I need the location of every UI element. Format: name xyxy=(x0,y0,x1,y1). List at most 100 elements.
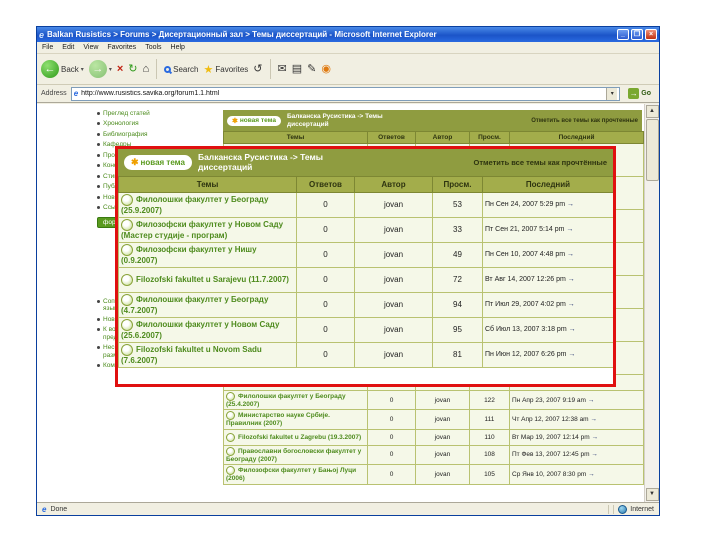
column-header-last-post: Последний xyxy=(509,131,644,144)
refresh-button[interactable]: ↻ xyxy=(128,63,137,75)
author-link[interactable]: jovan xyxy=(384,350,403,359)
topic-link[interactable]: Филолошки факултет у Београду (25.9.2007… xyxy=(121,196,268,216)
topic-icon xyxy=(121,219,133,232)
scrollbar-thumb[interactable] xyxy=(645,119,659,181)
bullet-icon xyxy=(97,132,100,136)
menu-edit[interactable]: Edit xyxy=(62,44,74,51)
last-post-date: Вт Мар 19, 2007 12:14 pm xyxy=(512,433,592,441)
topic-link[interactable]: Филозофски факултет у Бањој Луци (2006) xyxy=(226,468,356,483)
goto-last-post-icon[interactable]: → xyxy=(568,351,575,358)
minimize-button[interactable]: _ xyxy=(617,29,629,40)
overlay-new-topic-button[interactable]: ✱ новая тема xyxy=(124,155,192,170)
menu-favorites[interactable]: Favorites xyxy=(107,44,136,51)
home-button[interactable]: ⌂ xyxy=(142,63,149,75)
goto-last-post-icon[interactable]: → xyxy=(569,326,576,333)
sidebar-item[interactable]: Хронология xyxy=(97,120,211,127)
edit-button[interactable]: ✎ xyxy=(307,63,316,75)
go-label: Go xyxy=(641,90,651,97)
vertical-scrollbar[interactable]: ▲ ▼ xyxy=(644,104,659,502)
menu-bar: File Edit View Favorites Tools Help xyxy=(37,42,659,54)
address-url: http://www.rusistics.savika.org/forum1.1… xyxy=(81,90,220,97)
mark-all-read-link[interactable]: Отметить все темы как прочтенные xyxy=(531,118,638,124)
mail-button[interactable]: ✉ xyxy=(278,63,287,75)
author-link[interactable]: jovan xyxy=(384,275,403,284)
address-input[interactable]: e http://www.rusistics.savika.org/forum1… xyxy=(70,86,621,101)
stop-button[interactable]: × xyxy=(117,63,123,75)
author-link[interactable]: jovan xyxy=(384,200,403,209)
menu-help[interactable]: Help xyxy=(171,44,185,51)
search-button[interactable]: Search xyxy=(164,65,199,74)
go-button[interactable]: → Go xyxy=(624,87,655,101)
sidebar-item[interactable]: Преглед статей xyxy=(97,110,211,117)
last-post-date: Пт Июл 29, 2007 4:02 pm xyxy=(485,300,568,308)
topic-link[interactable]: Православни богословски факултет у Беогр… xyxy=(226,448,361,463)
messenger-button[interactable]: ◉ xyxy=(321,63,331,75)
history-button[interactable]: ↺ xyxy=(253,63,262,75)
column-header-topics: Темы xyxy=(223,131,368,144)
goto-last-post-icon[interactable]: → xyxy=(567,201,574,208)
author-link[interactable]: jovan xyxy=(435,434,451,441)
maximize-button[interactable]: ❐ xyxy=(631,29,643,40)
forward-icon: → xyxy=(88,60,107,78)
sidebar-item[interactable]: Библиография xyxy=(97,131,211,138)
topic-link[interactable]: Филозофски факултет у Новом Саду (Мастер… xyxy=(121,221,283,241)
author-link[interactable]: jovan xyxy=(435,397,451,404)
topic-row: Филозофски факултет у Новом Саду (Мастер… xyxy=(118,217,613,243)
author-link[interactable]: jovan xyxy=(384,225,403,234)
menu-file[interactable]: File xyxy=(42,44,53,51)
address-bar: Address e http://www.rusistics.savika.or… xyxy=(37,85,659,103)
last-post: Пн Сен 10, 2007 4:48 pm → xyxy=(482,242,613,268)
forward-dropdown-icon[interactable]: ▾ xyxy=(109,66,112,73)
views-count: 111 xyxy=(469,409,510,430)
goto-last-post-icon[interactable]: → xyxy=(591,434,598,441)
author-link[interactable]: jovan xyxy=(435,471,451,478)
favorites-icon: ★ xyxy=(203,63,214,76)
topic-row: Filozofski fakultet u Novom Sadu (7.6.20… xyxy=(118,342,613,368)
new-topic-button[interactable]: ✱ новая тема xyxy=(227,115,281,126)
address-dropdown-icon[interactable]: ▾ xyxy=(606,87,618,100)
topic-link[interactable]: Filozofski fakultet u Sarajevu (11.7.200… xyxy=(136,275,289,284)
topic-link[interactable]: Филолошки факултет у Новом Саду (25.6.20… xyxy=(121,321,279,341)
menu-view[interactable]: View xyxy=(83,44,98,51)
overlay-mark-all-read-link[interactable]: Отметить все темы как прочтённые xyxy=(473,158,607,167)
last-post: Пн Июн 12, 2007 6:26 pm → xyxy=(482,342,613,368)
slide: e Balkan Rusistics > Forums > Дисертацио… xyxy=(0,0,720,540)
topic-row: Министарство науке Србије. Правилник (20… xyxy=(223,409,644,430)
close-button[interactable]: × xyxy=(645,29,657,40)
bullet-icon xyxy=(97,112,100,115)
goto-last-post-icon[interactable]: → xyxy=(568,276,575,283)
topic-link[interactable]: Филолошки факултет у Београду (4.7.2007) xyxy=(121,296,268,316)
scroll-down-icon[interactable]: ▼ xyxy=(645,488,659,501)
goto-last-post-icon[interactable]: → xyxy=(568,301,575,308)
new-topic-icon: ✱ xyxy=(232,117,238,125)
print-button[interactable]: ▤ xyxy=(292,63,302,75)
back-dropdown-icon[interactable]: ▾ xyxy=(81,66,84,73)
author-link[interactable]: jovan xyxy=(384,300,403,309)
forward-button[interactable]: → ▾ xyxy=(88,60,112,78)
last-post-date: Чт Апр 12, 2007 12:38 am xyxy=(512,415,591,423)
goto-last-post-icon[interactable]: → xyxy=(590,416,597,423)
goto-last-post-icon[interactable]: → xyxy=(588,397,595,404)
goto-last-post-icon[interactable]: → xyxy=(591,451,598,458)
favorites-button[interactable]: ★ Favorites xyxy=(204,63,249,76)
ie-icon: e xyxy=(39,29,45,40)
topic-link[interactable]: Filozofski fakultet u Novom Sadu (7.6.20… xyxy=(121,346,262,366)
goto-last-post-icon[interactable]: → xyxy=(567,251,574,258)
scroll-up-icon[interactable]: ▲ xyxy=(645,105,659,118)
author-link[interactable]: jovan xyxy=(435,416,451,423)
topic-icon xyxy=(226,466,235,476)
author-link[interactable]: jovan xyxy=(384,250,403,259)
search-icon xyxy=(164,65,172,73)
topic-link[interactable]: Министарство науке Србије. Правилник (20… xyxy=(226,413,330,428)
title-bar[interactable]: e Balkan Rusistics > Forums > Дисертацио… xyxy=(37,27,659,42)
topic-link[interactable]: Филолошки факултет у Београду (25.4.2007… xyxy=(226,393,346,408)
goto-last-post-icon[interactable]: → xyxy=(588,471,595,478)
back-button[interactable]: ← Back ▾ xyxy=(41,60,84,78)
column-header-views: Просм. xyxy=(469,131,510,144)
menu-tools[interactable]: Tools xyxy=(145,44,161,51)
goto-last-post-icon[interactable]: → xyxy=(566,226,573,233)
author-link[interactable]: jovan xyxy=(435,451,451,458)
topic-link[interactable]: Филозофски факултет у Нишу (0.9.2007) xyxy=(121,246,257,266)
author-link[interactable]: jovan xyxy=(384,325,403,334)
topic-link[interactable]: Filozofski fakultet u Zagrebu (19.3.2007… xyxy=(238,434,361,441)
